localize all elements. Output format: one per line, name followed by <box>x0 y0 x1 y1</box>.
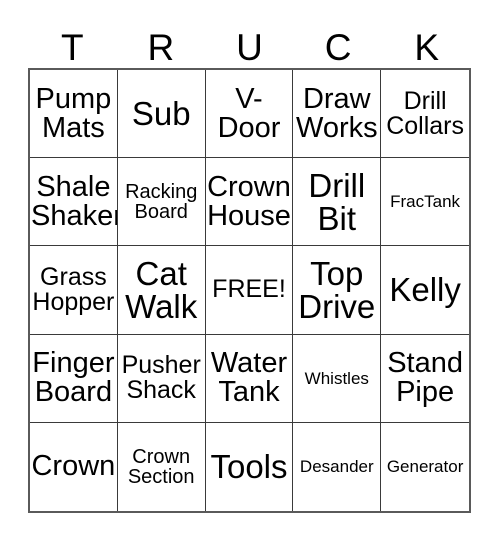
bingo-cell-r1c2[interactable]: Sub <box>117 70 206 159</box>
bingo-cell-label: Desander <box>299 457 374 477</box>
header-letter-1: T <box>60 27 84 68</box>
bingo-cell-r1c5[interactable]: Drill Collars <box>381 70 469 159</box>
bingo-cell-r4c5[interactable]: Stand Pipe <box>381 334 469 423</box>
bingo-cell-label: V- Door <box>217 82 281 144</box>
bingo-cell-label: Finger Board <box>32 347 115 409</box>
bingo-cell-r2c3[interactable]: Crown House <box>205 158 294 247</box>
bingo-cell-r1c1[interactable]: Pump Mats <box>30 70 118 159</box>
bingo-cell-r4c4[interactable]: Whistles <box>293 334 382 423</box>
bingo-cell-r3c4[interactable]: Top Drive <box>293 246 382 335</box>
bingo-cell-r3c1[interactable]: Grass Hopper <box>30 246 118 335</box>
header-letter-3: U <box>236 27 263 68</box>
bingo-cell-r2c1[interactable]: Shale Shaker <box>30 158 118 247</box>
bingo-cell-label: Crown House <box>207 170 291 232</box>
bingo-cell-label: Cat Walk <box>125 254 198 325</box>
bingo-cell-r3c5[interactable]: Kelly <box>381 246 469 335</box>
bingo-cell-r3c3-free[interactable]: FREE! <box>205 246 294 335</box>
bingo-cell-label: Racking Board <box>125 180 198 223</box>
bingo-cell-label: Crown <box>31 450 116 483</box>
bingo-cell-label: Drill Bit <box>308 166 366 237</box>
bingo-cell-label: Pump Mats <box>35 82 112 144</box>
bingo-cell-r4c1[interactable]: Finger Board <box>30 334 118 423</box>
bingo-cell-r3c2[interactable]: Cat Walk <box>117 246 206 335</box>
bingo-cell-label: Sub <box>131 95 191 133</box>
bingo-cell-label: Stand Pipe <box>387 347 463 409</box>
bingo-cell-label: Crown Section <box>127 445 195 488</box>
bingo-cell-r5c3[interactable]: Tools <box>205 422 294 511</box>
bingo-cell-label: Water Tank <box>210 347 288 409</box>
bingo-cell-label: Kelly <box>389 271 461 309</box>
bingo-card: T R U C K Pump Mats Sub V- Door Draw Wor… <box>0 0 500 544</box>
bingo-cell-r2c2[interactable]: Racking Board <box>117 158 206 247</box>
bingo-cell-label: FracTank <box>390 192 461 212</box>
header-letter-4: C <box>324 27 352 68</box>
header-letter-5: K <box>414 27 440 68</box>
bingo-cell-label: Generator <box>386 457 464 477</box>
bingo-cell-label: Grass Hopper <box>32 262 115 316</box>
bingo-cell-r5c2[interactable]: Crown Section <box>117 422 206 511</box>
bingo-cell-label: Whistles <box>304 368 369 388</box>
bingo-cell-label: Top Drive <box>298 254 376 325</box>
bingo-cell-label: Pusher Shack <box>121 351 201 405</box>
bingo-cell-label: Drill Collars <box>386 86 464 140</box>
header-letter-2: R <box>147 27 175 68</box>
bingo-grid: Pump Mats Sub V- Door Draw Works Drill C… <box>28 68 471 513</box>
bingo-cell-r2c4[interactable]: Drill Bit <box>293 158 382 247</box>
bingo-cell-label: Tools <box>210 448 288 486</box>
bingo-cell-r1c4[interactable]: Draw Works <box>293 70 382 159</box>
bingo-cell-r5c5[interactable]: Generator <box>381 422 469 511</box>
bingo-cell-r2c5[interactable]: FracTank <box>381 158 469 247</box>
bingo-cell-r5c1[interactable]: Crown <box>30 422 118 511</box>
bingo-cell-label: FREE! <box>212 275 286 304</box>
bingo-cell-r5c4[interactable]: Desander <box>293 422 382 511</box>
bingo-cell-label: Shale Shaker <box>31 170 118 232</box>
bingo-cell-r1c3[interactable]: V- Door <box>205 70 294 159</box>
bingo-header-row: T R U C K <box>28 22 471 68</box>
bingo-cell-r4c2[interactable]: Pusher Shack <box>117 334 206 423</box>
bingo-cell-label: Draw Works <box>295 82 378 144</box>
bingo-cell-r4c3[interactable]: Water Tank <box>205 334 294 423</box>
